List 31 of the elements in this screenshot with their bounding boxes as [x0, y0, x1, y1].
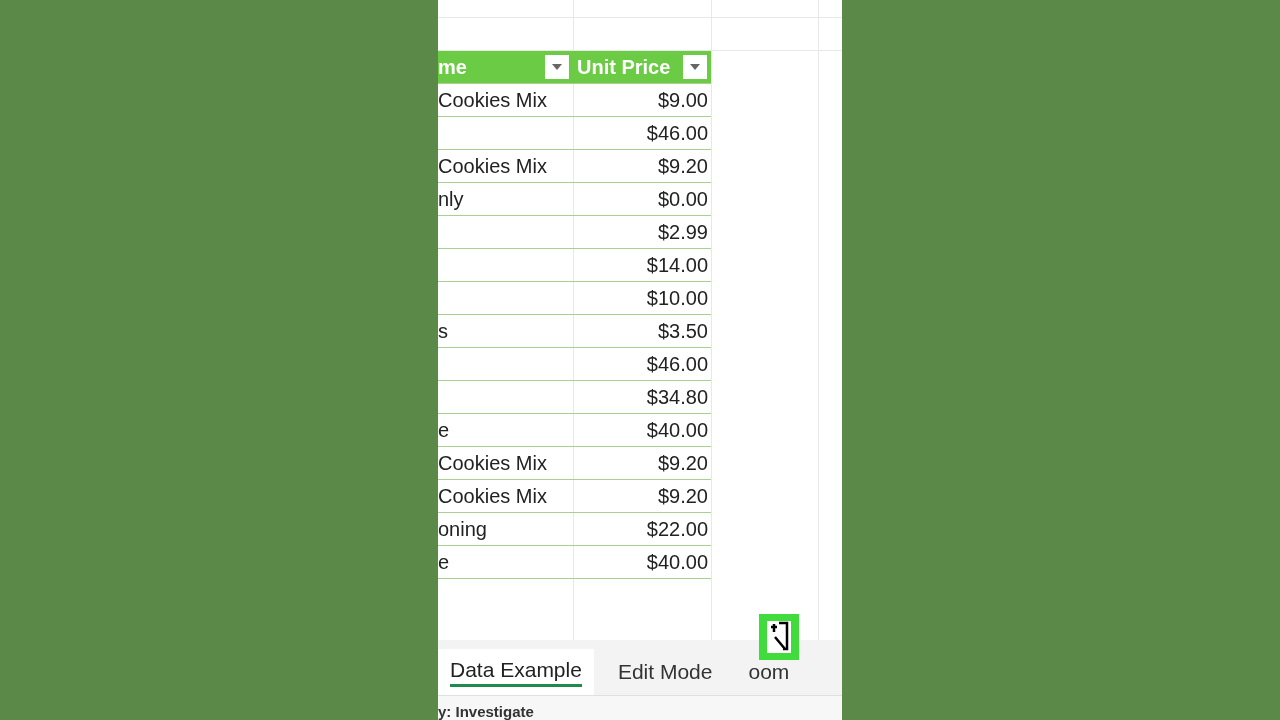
sheet-tab[interactable]: Edit Mode	[605, 649, 725, 695]
table-cell-text: $2.99	[657, 220, 708, 245]
table-cell-text: $14.00	[646, 253, 708, 278]
table-cell-text: $46.00	[646, 121, 708, 146]
filter-button[interactable]	[683, 55, 707, 79]
table-cell-text: $9.00	[657, 88, 708, 113]
table-cell-text: Cookies Mix	[438, 451, 547, 476]
caret-icon	[690, 64, 700, 70]
table-cell-text: $3.50	[657, 319, 708, 344]
table-cell-text: $40.00	[646, 550, 708, 575]
table-cell-text: $46.00	[646, 352, 708, 377]
table-cell-text: $0.00	[657, 187, 708, 212]
table-cell-text: Cookies Mix	[438, 154, 547, 179]
table-cell-text: $34.80	[646, 385, 708, 410]
table-cell-text: e	[438, 550, 450, 575]
table-cell-text: $9.20	[657, 484, 708, 509]
table-cell-text: $22.00	[646, 517, 708, 542]
table-cell-text: oning	[438, 517, 487, 542]
table-cell-text: Cookies Mix	[438, 88, 547, 113]
table-cell-text: $9.20	[657, 451, 708, 476]
table-cell-text: $9.20	[657, 154, 708, 179]
table-cell-text: $40.00	[646, 418, 708, 443]
sheet-tab[interactable]: Data Example	[438, 649, 594, 695]
table-cell-text: s	[438, 319, 448, 344]
table-cell-text: nly	[438, 187, 464, 212]
status-text: y: Investigate	[438, 704, 534, 720]
caret-icon	[552, 64, 562, 70]
filter-button[interactable]	[545, 55, 569, 79]
table-cell-text: Cookies Mix	[438, 484, 547, 509]
table-cell-text: e	[438, 418, 450, 443]
table-cell-text: $10.00	[646, 286, 708, 311]
